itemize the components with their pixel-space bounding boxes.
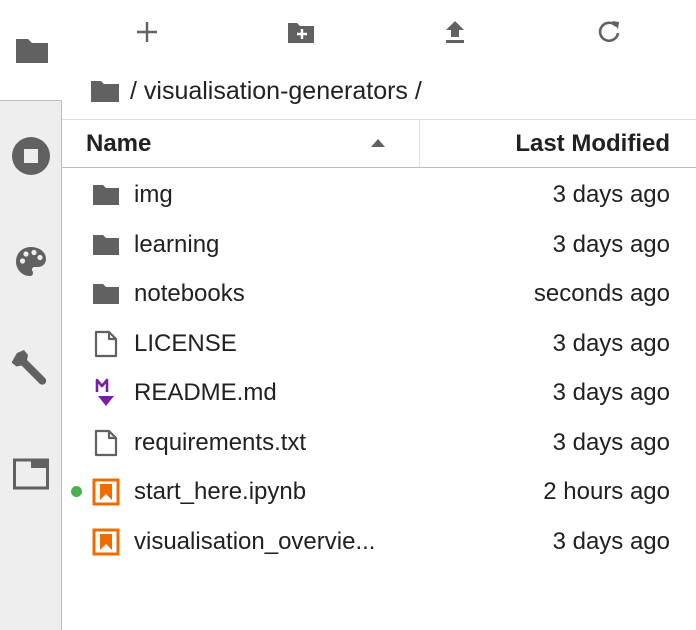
file-icon	[92, 429, 120, 457]
file-modified: 3 days ago	[552, 379, 670, 406]
name-column-label: Name	[86, 129, 152, 157]
upload-button[interactable]	[435, 14, 475, 50]
left-sidebar	[0, 0, 63, 630]
file-name: README.md	[134, 379, 277, 406]
palette-icon	[16, 247, 46, 276]
refresh-button[interactable]	[589, 14, 629, 50]
notebook-icon	[92, 478, 120, 506]
file-name: learning	[134, 230, 220, 258]
new-folder-icon	[288, 23, 314, 43]
name-column-header[interactable]: Name	[62, 120, 420, 167]
file-row-license[interactable]: LICENSE 3 days ago	[62, 319, 696, 369]
sidebar-tab-file-browser[interactable]	[0, 0, 63, 101]
file-modified: 3 days ago	[552, 329, 670, 357]
file-name: visualisation_overvie...	[134, 527, 376, 555]
folder-icon	[92, 181, 120, 209]
file-name: LICENSE	[134, 329, 237, 357]
sidebar-tab-open-tabs[interactable]	[0, 452, 62, 496]
file-row-start-here[interactable]: start_here.ipynb 2 hours ago	[62, 467, 696, 517]
file-row-visualisation-overview[interactable]: visualisation_overvie... 3 days ago	[62, 517, 696, 567]
notebook-icon	[92, 528, 120, 556]
plus-icon	[137, 22, 157, 42]
folder-icon	[92, 280, 120, 308]
home-folder-icon[interactable]	[90, 79, 120, 103]
folder-icon	[92, 231, 120, 259]
wrench-icon	[12, 350, 47, 385]
sort-ascending-icon	[371, 139, 385, 147]
file-modified: 3 days ago	[552, 527, 670, 555]
file-row-requirements[interactable]: requirements.txt 3 days ago	[62, 418, 696, 468]
new-launcher-button[interactable]	[127, 14, 167, 50]
markdown-icon	[92, 378, 120, 407]
folder-icon	[15, 39, 48, 63]
running-indicator	[71, 486, 82, 497]
window-tab-icon	[13, 458, 49, 490]
upload-icon	[446, 21, 464, 43]
file-browser-toolbar	[62, 0, 696, 64]
file-browser-panel: / visualisation-generators / Name Last M…	[62, 0, 696, 630]
file-icon	[92, 330, 120, 358]
file-list-header: Name Last Modified	[62, 119, 696, 168]
last-modified-column-header[interactable]: Last Modified	[421, 120, 696, 167]
refresh-icon	[598, 21, 620, 43]
file-name: requirements.txt	[134, 428, 307, 456]
file-row-readme[interactable]: README.md 3 days ago	[62, 368, 696, 418]
stop-circle-icon	[12, 137, 50, 175]
file-list: img 3 days ago learning 3 days ago noteb…	[62, 170, 696, 566]
file-name: notebooks	[134, 280, 245, 307]
sidebar-tab-property-inspector[interactable]	[0, 346, 62, 390]
file-modified: 3 days ago	[552, 230, 670, 258]
new-folder-button[interactable]	[281, 14, 321, 50]
file-modified: 3 days ago	[552, 428, 670, 456]
file-modified: 3 days ago	[552, 181, 670, 208]
sidebar-tab-commands[interactable]	[0, 240, 62, 284]
last-modified-column-label: Last Modified	[515, 129, 670, 157]
file-name: img	[134, 181, 173, 208]
sidebar-tab-running[interactable]	[0, 134, 62, 178]
file-modified: seconds ago	[533, 280, 670, 307]
breadcrumb: / visualisation-generators /	[90, 72, 422, 110]
file-row-notebooks[interactable]: notebooks seconds ago	[62, 269, 696, 319]
file-name: start_here.ipynb	[134, 478, 307, 505]
file-row-img[interactable]: img 3 days ago	[62, 170, 696, 220]
breadcrumb-path[interactable]: / visualisation-generators /	[130, 77, 422, 106]
file-modified: 2 hours ago	[543, 478, 670, 505]
file-row-learning[interactable]: learning 3 days ago	[62, 220, 696, 270]
